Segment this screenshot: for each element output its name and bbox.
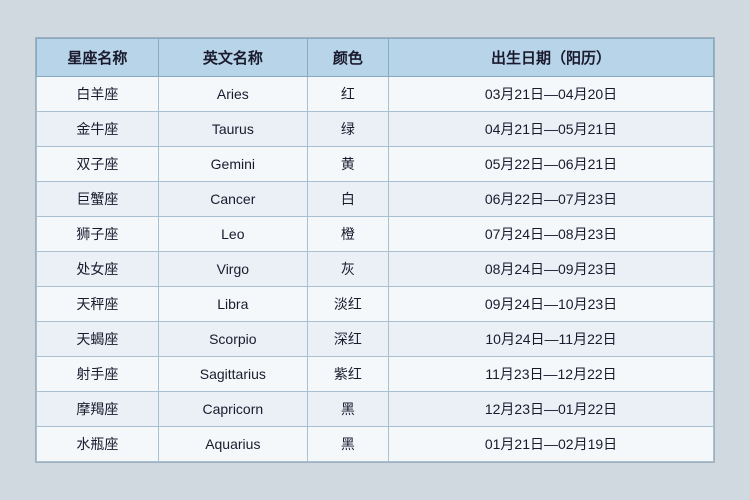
cell-english: Aquarius xyxy=(158,427,307,462)
cell-color: 白 xyxy=(307,182,388,217)
table-row: 金牛座Taurus绿04月21日—05月21日 xyxy=(37,112,714,147)
cell-color: 绿 xyxy=(307,112,388,147)
cell-english: Gemini xyxy=(158,147,307,182)
cell-english: Libra xyxy=(158,287,307,322)
table-body: 白羊座Aries红03月21日—04月20日金牛座Taurus绿04月21日—0… xyxy=(37,77,714,462)
table-row: 白羊座Aries红03月21日—04月20日 xyxy=(37,77,714,112)
cell-chinese: 处女座 xyxy=(37,252,159,287)
cell-chinese: 金牛座 xyxy=(37,112,159,147)
table-row: 巨蟹座Cancer白06月22日—07月23日 xyxy=(37,182,714,217)
cell-chinese: 天蝎座 xyxy=(37,322,159,357)
cell-chinese: 水瓶座 xyxy=(37,427,159,462)
header-english: 英文名称 xyxy=(158,39,307,77)
cell-date: 10月24日—11月22日 xyxy=(389,322,714,357)
header-date: 出生日期（阳历） xyxy=(389,39,714,77)
cell-chinese: 射手座 xyxy=(37,357,159,392)
cell-chinese: 白羊座 xyxy=(37,77,159,112)
cell-date: 03月21日—04月20日 xyxy=(389,77,714,112)
table-row: 处女座Virgo灰08月24日—09月23日 xyxy=(37,252,714,287)
cell-date: 05月22日—06月21日 xyxy=(389,147,714,182)
cell-date: 06月22日—07月23日 xyxy=(389,182,714,217)
cell-chinese: 天秤座 xyxy=(37,287,159,322)
table-row: 天秤座Libra淡红09月24日—10月23日 xyxy=(37,287,714,322)
cell-color: 紫红 xyxy=(307,357,388,392)
table-row: 双子座Gemini黄05月22日—06月21日 xyxy=(37,147,714,182)
cell-chinese: 巨蟹座 xyxy=(37,182,159,217)
header-chinese: 星座名称 xyxy=(37,39,159,77)
cell-english: Cancer xyxy=(158,182,307,217)
cell-date: 04月21日—05月21日 xyxy=(389,112,714,147)
cell-date: 12月23日—01月22日 xyxy=(389,392,714,427)
cell-english: Leo xyxy=(158,217,307,252)
table-row: 狮子座Leo橙07月24日—08月23日 xyxy=(37,217,714,252)
cell-chinese: 狮子座 xyxy=(37,217,159,252)
zodiac-table: 星座名称 英文名称 颜色 出生日期（阳历） 白羊座Aries红03月21日—04… xyxy=(36,38,714,462)
cell-english: Aries xyxy=(158,77,307,112)
cell-color: 黑 xyxy=(307,392,388,427)
table-row: 射手座Sagittarius紫红11月23日—12月22日 xyxy=(37,357,714,392)
cell-color: 黑 xyxy=(307,427,388,462)
cell-color: 深红 xyxy=(307,322,388,357)
cell-color: 橙 xyxy=(307,217,388,252)
cell-chinese: 摩羯座 xyxy=(37,392,159,427)
cell-date: 11月23日—12月22日 xyxy=(389,357,714,392)
cell-english: Virgo xyxy=(158,252,307,287)
table-header-row: 星座名称 英文名称 颜色 出生日期（阳历） xyxy=(37,39,714,77)
cell-chinese: 双子座 xyxy=(37,147,159,182)
cell-english: Sagittarius xyxy=(158,357,307,392)
cell-color: 淡红 xyxy=(307,287,388,322)
table-row: 天蝎座Scorpio深红10月24日—11月22日 xyxy=(37,322,714,357)
cell-date: 09月24日—10月23日 xyxy=(389,287,714,322)
table-row: 水瓶座Aquarius黑01月21日—02月19日 xyxy=(37,427,714,462)
cell-date: 08月24日—09月23日 xyxy=(389,252,714,287)
cell-color: 黄 xyxy=(307,147,388,182)
cell-english: Capricorn xyxy=(158,392,307,427)
cell-date: 01月21日—02月19日 xyxy=(389,427,714,462)
cell-english: Taurus xyxy=(158,112,307,147)
cell-date: 07月24日—08月23日 xyxy=(389,217,714,252)
zodiac-table-container: 星座名称 英文名称 颜色 出生日期（阳历） 白羊座Aries红03月21日—04… xyxy=(35,37,715,463)
cell-color: 灰 xyxy=(307,252,388,287)
cell-english: Scorpio xyxy=(158,322,307,357)
table-row: 摩羯座Capricorn黑12月23日—01月22日 xyxy=(37,392,714,427)
cell-color: 红 xyxy=(307,77,388,112)
header-color: 颜色 xyxy=(307,39,388,77)
